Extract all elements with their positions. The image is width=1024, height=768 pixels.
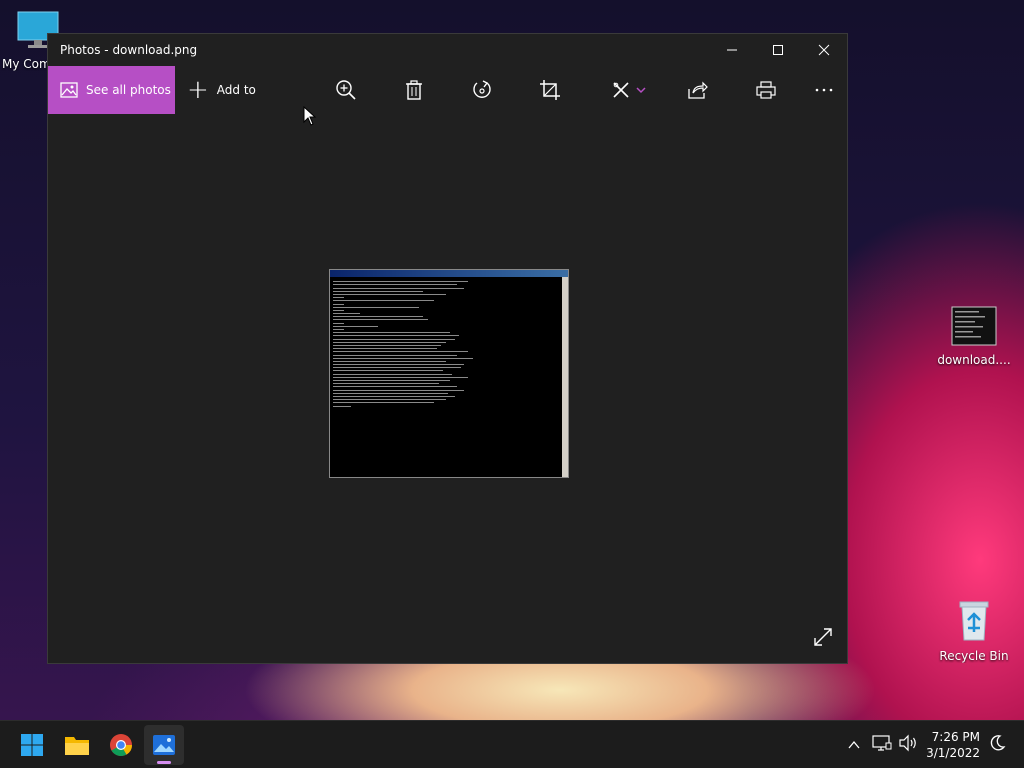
photos-window: Photos - download.png See all photos + A… <box>47 33 848 664</box>
photos-gallery-icon <box>60 82 78 98</box>
print-button[interactable] <box>746 66 786 114</box>
close-icon <box>818 44 830 56</box>
desktop-icon-label: download.... <box>937 353 1011 367</box>
photos-icon <box>153 735 175 755</box>
share-button[interactable] <box>678 66 718 114</box>
desktop-icon-recycle-bin[interactable]: Recycle Bin <box>934 598 1014 663</box>
start-icon <box>21 734 43 756</box>
desktop-icon-download[interactable]: download.... <box>934 306 1014 367</box>
add-to-button[interactable]: + Add to <box>187 66 256 114</box>
photo-title-strip <box>330 270 568 277</box>
crop-button[interactable] <box>530 66 570 114</box>
close-button[interactable] <box>801 34 847 66</box>
window-title: Photos - download.png <box>60 43 198 57</box>
chevron-up-icon[interactable] <box>847 738 861 752</box>
zoom-in-icon <box>336 80 356 100</box>
share-icon <box>688 81 708 99</box>
more-icon <box>815 88 833 92</box>
taskbar: 7:26 PM 3/1/2022 <box>0 720 1024 768</box>
crop-icon <box>540 80 560 100</box>
network-icon[interactable] <box>872 734 892 752</box>
more-options-button[interactable] <box>804 66 844 114</box>
rotate-icon <box>473 80 491 98</box>
see-all-photos-button[interactable]: See all photos <box>48 66 175 114</box>
photos-toolbar: See all photos + Add to <box>48 66 847 114</box>
taskbar-file-explorer[interactable] <box>57 725 97 765</box>
trash-icon <box>406 80 422 100</box>
taskbar-photos[interactable] <box>144 725 184 765</box>
plus-icon: + <box>187 75 209 105</box>
expand-icon <box>814 628 832 646</box>
edit-button[interactable] <box>606 66 652 114</box>
mouse-cursor-icon <box>303 106 317 126</box>
maximize-button[interactable] <box>755 34 801 66</box>
file-explorer-icon <box>65 737 89 755</box>
full-screen-button[interactable] <box>813 627 833 651</box>
chevron-down-icon <box>636 87 646 94</box>
desktop-icon-label: Recycle Bin <box>939 649 1009 663</box>
photo-scrollbar <box>562 277 568 477</box>
displayed-photo[interactable] <box>329 269 569 478</box>
volume-icon[interactable] <box>898 734 918 752</box>
add-to-label: Add to <box>216 83 256 97</box>
clock-time: 7:26 PM <box>931 730 980 744</box>
image-thumbnail-icon <box>951 306 997 346</box>
recycle-bin-icon <box>959 601 989 641</box>
taskbar-chrome[interactable] <box>101 725 141 765</box>
start-button[interactable] <box>12 725 52 765</box>
delete-button[interactable] <box>394 66 434 114</box>
minimize-icon <box>727 49 737 51</box>
taskbar-clock[interactable]: 7:26 PM 3/1/2022 <box>926 729 980 761</box>
minimize-button[interactable] <box>709 34 755 66</box>
title-bar[interactable]: Photos - download.png <box>48 34 847 66</box>
edit-tools-icon <box>613 82 629 98</box>
chrome-icon <box>110 734 132 756</box>
active-app-indicator <box>157 761 171 764</box>
zoom-button[interactable] <box>326 66 366 114</box>
focus-assist-icon[interactable] <box>988 734 1006 752</box>
maximize-icon <box>773 45 783 55</box>
printer-icon <box>756 81 776 99</box>
rotate-button[interactable] <box>462 66 502 114</box>
see-all-photos-label: See all photos <box>86 83 171 97</box>
clock-date: 3/1/2022 <box>926 746 980 760</box>
photo-console-lines <box>330 277 568 407</box>
